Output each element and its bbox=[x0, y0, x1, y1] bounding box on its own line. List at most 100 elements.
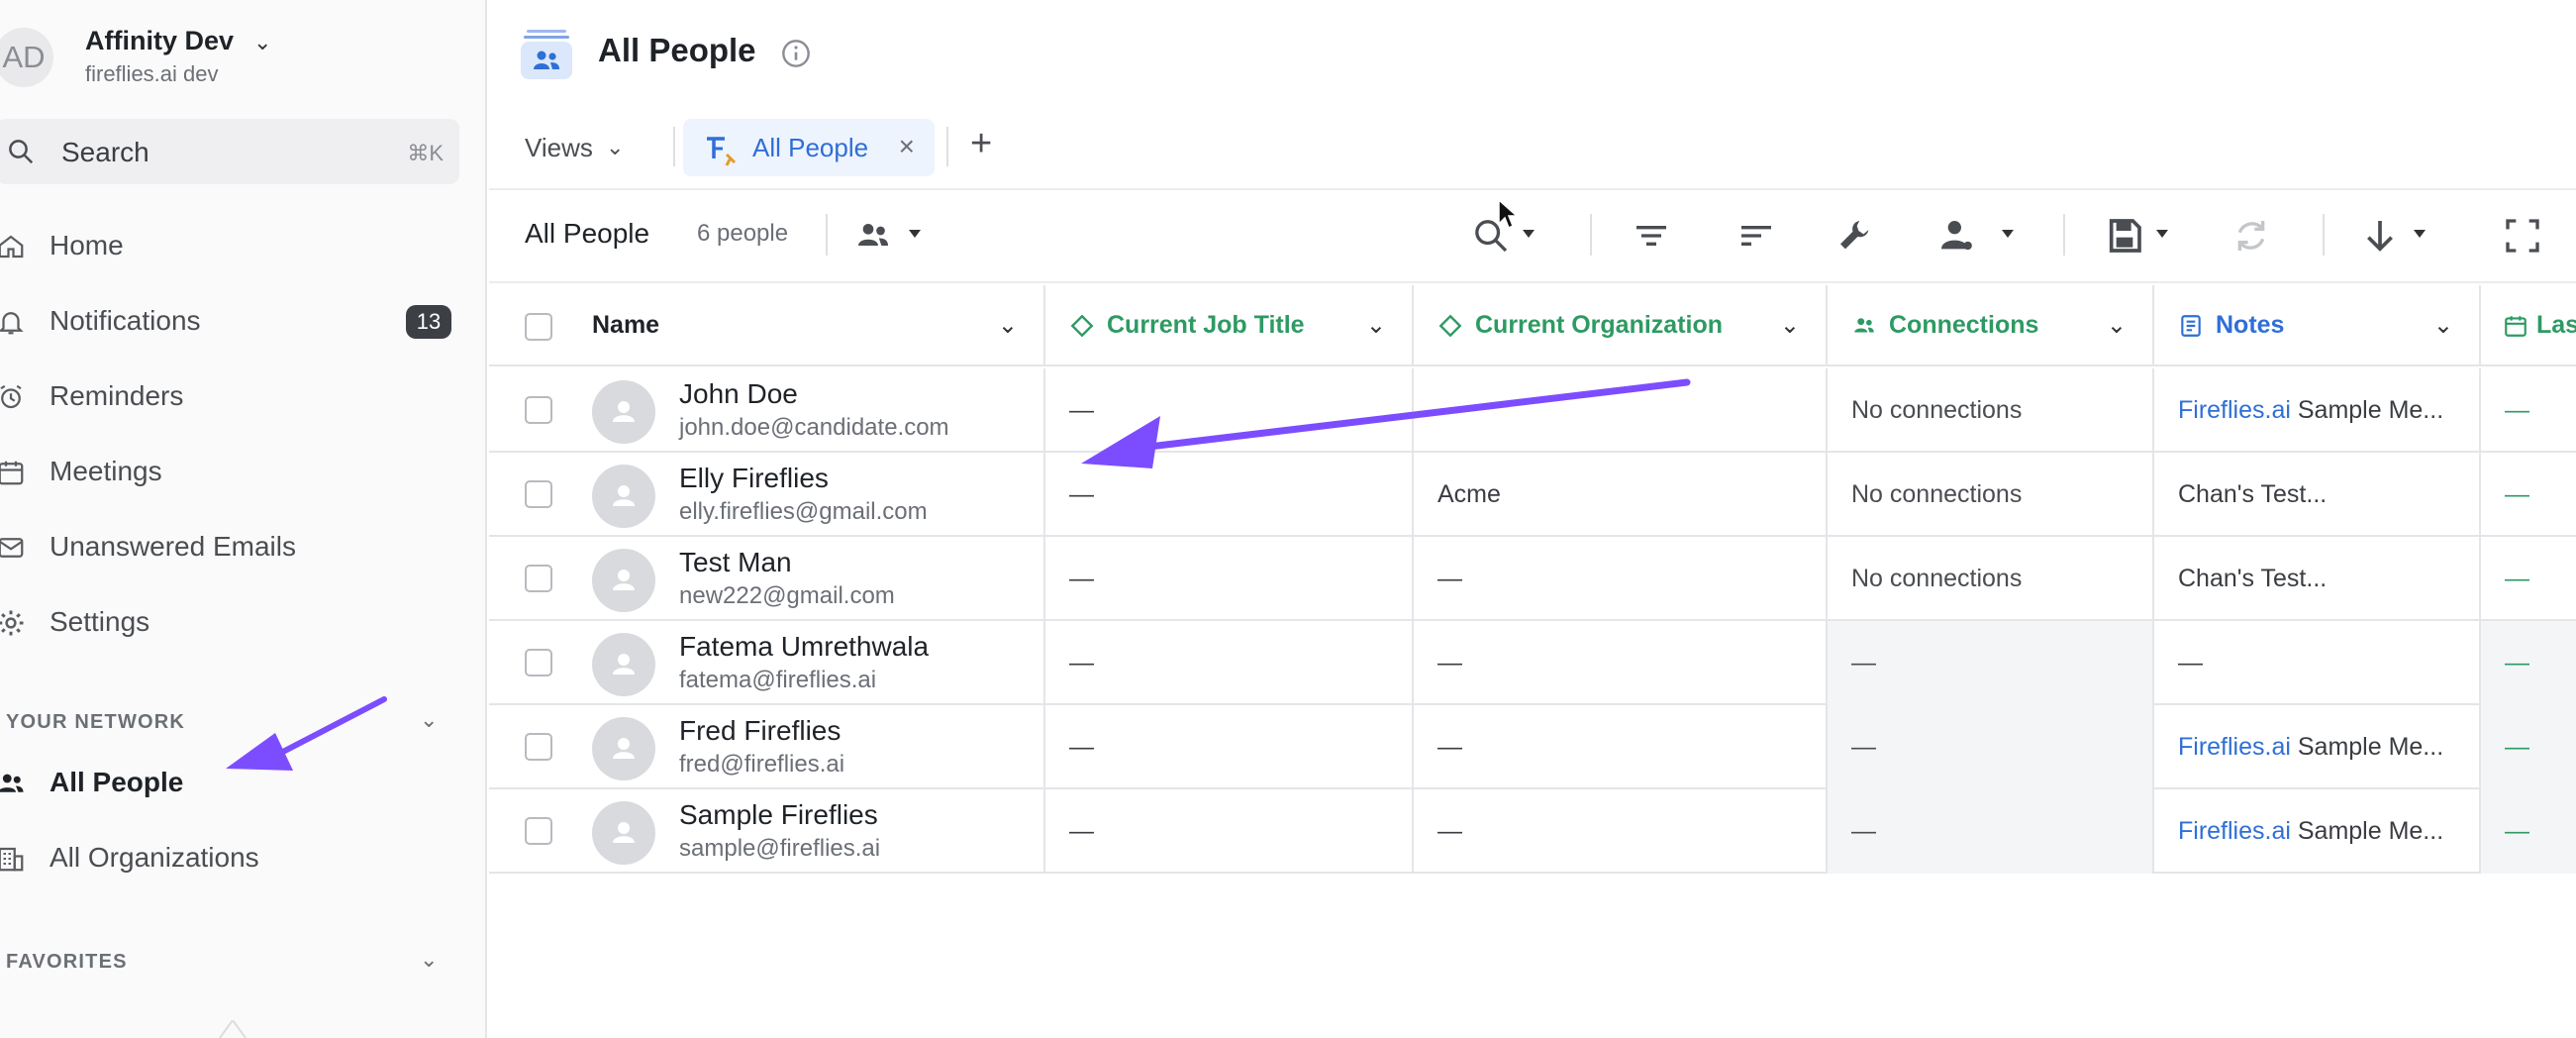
column-header-organization[interactable]: Current Organization ⌄ bbox=[1414, 285, 1828, 366]
row-checkbox[interactable] bbox=[525, 396, 552, 424]
cell-name[interactable]: John Doe john.doe@candidate.com bbox=[489, 368, 1045, 453]
row-checkbox[interactable] bbox=[525, 817, 552, 845]
cell-last[interactable]: — bbox=[2481, 621, 2576, 705]
cell-last[interactable]: — bbox=[2481, 368, 2576, 453]
notes-text: Sample Me... bbox=[2290, 817, 2444, 845]
cell-job-title[interactable]: — bbox=[1045, 789, 1414, 874]
cell-notes[interactable]: Chan's Test... bbox=[2154, 537, 2481, 621]
cell-job-title[interactable]: — bbox=[1045, 537, 1414, 621]
chevron-down-icon[interactable]: ⌄ bbox=[998, 311, 1018, 340]
table-row[interactable]: Fatema Umrethwala fatema@fireflies.ai — — — —… bbox=[489, 621, 2576, 705]
views-dropdown[interactable]: Views bbox=[525, 133, 593, 163]
sort-icon[interactable] bbox=[1736, 216, 1776, 256]
person-email: new222@gmail.com bbox=[679, 582, 895, 609]
caret-down-icon[interactable] bbox=[2156, 230, 2168, 238]
chevron-down-icon[interactable]: ⌄ bbox=[1366, 311, 1386, 340]
cell-notes[interactable]: Fireflies.ai Sample Me... bbox=[2154, 705, 2481, 789]
person-settings-icon[interactable] bbox=[1936, 216, 1976, 256]
search-shortcut: ⌘K bbox=[407, 141, 444, 165]
fullscreen-icon[interactable] bbox=[2503, 216, 2542, 256]
connections-value: No connections bbox=[1851, 396, 2023, 424]
filter-icon[interactable] bbox=[1632, 216, 1671, 256]
caret-down-icon[interactable] bbox=[2002, 230, 2014, 238]
sidebar-item-all-organizations[interactable]: All Organizations bbox=[0, 832, 465, 883]
last-value: — bbox=[2505, 817, 2529, 845]
cell-name[interactable]: Fatema Umrethwala fatema@fireflies.ai bbox=[489, 621, 1045, 705]
chevron-down-icon[interactable]: ⌄ bbox=[1780, 311, 1800, 340]
chevron-down-icon[interactable]: ⌄ bbox=[2433, 311, 2453, 340]
people-filter-icon[interactable] bbox=[853, 216, 893, 256]
cell-notes[interactable]: Fireflies.ai Sample Me... bbox=[2154, 368, 2481, 453]
cell-connections[interactable]: No connections bbox=[1828, 368, 2154, 453]
cell-connections[interactable]: No connections bbox=[1828, 453, 2154, 537]
sidebar-item-settings[interactable]: Settings bbox=[0, 596, 465, 648]
cell-notes[interactable]: Fireflies.ai Sample Me... bbox=[2154, 789, 2481, 874]
chevron-down-icon[interactable]: ⌄ bbox=[606, 135, 624, 160]
cell-last[interactable]: — bbox=[2481, 453, 2576, 537]
job-title-value: — bbox=[1069, 565, 1094, 592]
sidebar-item-label: Settings bbox=[50, 606, 150, 637]
cell-last[interactable]: — bbox=[2481, 537, 2576, 621]
cell-connections[interactable]: — bbox=[1828, 621, 2154, 705]
sync-icon[interactable] bbox=[2231, 216, 2271, 256]
list-title: All People bbox=[525, 218, 650, 249]
column-header-name[interactable]: Name ⌄ bbox=[489, 285, 1045, 366]
sidebar-item-meetings[interactable]: Meetings bbox=[0, 446, 465, 497]
tab-all-people[interactable]: All People × bbox=[683, 119, 935, 176]
sidebar-item-unanswered-emails[interactable]: Unanswered Emails bbox=[0, 521, 465, 572]
wrench-icon[interactable] bbox=[1835, 216, 1875, 256]
chevron-down-icon[interactable]: ⌄ bbox=[420, 947, 438, 973]
row-checkbox[interactable] bbox=[525, 733, 552, 761]
sidebar-item-notifications[interactable]: Notifications 13 bbox=[0, 295, 465, 347]
caret-down-icon[interactable] bbox=[909, 230, 921, 238]
cell-last[interactable]: — bbox=[2481, 789, 2576, 874]
caret-down-icon[interactable] bbox=[1523, 230, 1535, 238]
cell-notes[interactable]: Chan's Test... bbox=[2154, 453, 2481, 537]
cell-organization[interactable]: — bbox=[1414, 537, 1828, 621]
select-all-checkbox[interactable] bbox=[525, 313, 552, 341]
download-icon[interactable] bbox=[2360, 216, 2400, 256]
cell-notes[interactable]: — bbox=[2154, 621, 2481, 705]
organization-value: Acme bbox=[1437, 480, 1501, 508]
sidebar-item-home[interactable]: Home bbox=[0, 220, 465, 271]
cell-last[interactable]: — bbox=[2481, 705, 2576, 789]
table-row[interactable]: Test Man new222@gmail.com — — No connections… bbox=[489, 537, 2576, 621]
column-header-notes[interactable]: Notes ⌄ bbox=[2154, 285, 2481, 366]
caret-down-icon[interactable] bbox=[2414, 230, 2426, 238]
cell-name[interactable]: Elly Fireflies elly.fireflies@gmail.com bbox=[489, 453, 1045, 537]
cell-name[interactable]: Fred Fireflies fred@fireflies.ai bbox=[489, 705, 1045, 789]
notes-link[interactable]: Fireflies.ai bbox=[2178, 396, 2291, 424]
cell-name[interactable]: Sample Fireflies sample@fireflies.ai bbox=[489, 789, 1045, 874]
chevron-down-icon[interactable]: ⌄ bbox=[2107, 311, 2127, 340]
cell-connections[interactable]: No connections bbox=[1828, 537, 2154, 621]
chevron-down-icon[interactable]: ⌄ bbox=[420, 707, 438, 733]
table-row[interactable]: Sample Fireflies sample@fireflies.ai — — — Fi… bbox=[489, 789, 2576, 874]
save-icon[interactable] bbox=[2105, 216, 2144, 256]
notes-link[interactable]: Fireflies.ai bbox=[2178, 733, 2291, 761]
cell-connections[interactable]: — bbox=[1828, 789, 2154, 874]
cell-job-title[interactable]: — bbox=[1045, 621, 1414, 705]
column-header-connections[interactable]: Connections ⌄ bbox=[1828, 285, 2154, 366]
add-view-button[interactable]: + bbox=[970, 125, 992, 162]
workspace-switcher[interactable]: AD Affinity Dev ⌄ fireflies.ai dev bbox=[0, 22, 465, 93]
table-row[interactable]: Fred Fireflies fred@fireflies.ai — — — Firefl… bbox=[489, 705, 2576, 789]
row-checkbox[interactable] bbox=[525, 649, 552, 676]
row-checkbox[interactable] bbox=[525, 565, 552, 592]
cell-organization[interactable]: — bbox=[1414, 621, 1828, 705]
search-bar[interactable]: Search ⌘K bbox=[0, 119, 459, 184]
people-icon bbox=[0, 774, 24, 792]
column-header-job-title[interactable]: Current Job Title ⌄ bbox=[1045, 285, 1414, 366]
sidebar-item-label: Reminders bbox=[50, 380, 184, 411]
info-icon[interactable] bbox=[780, 38, 812, 69]
sidebar-item-reminders[interactable]: Reminders bbox=[0, 370, 465, 422]
row-checkbox[interactable] bbox=[525, 480, 552, 508]
cell-organization[interactable]: — bbox=[1414, 705, 1828, 789]
cell-job-title[interactable]: — bbox=[1045, 705, 1414, 789]
cell-connections[interactable]: — bbox=[1828, 705, 2154, 789]
notes-link[interactable]: Fireflies.ai bbox=[2178, 817, 2291, 845]
close-icon[interactable]: × bbox=[899, 131, 915, 162]
cell-organization[interactable]: — bbox=[1414, 789, 1828, 874]
cell-name[interactable]: Test Man new222@gmail.com bbox=[489, 537, 1045, 621]
column-header-last[interactable]: Las bbox=[2481, 285, 2576, 366]
section-heading-favorites: FAVORITES bbox=[6, 951, 128, 973]
